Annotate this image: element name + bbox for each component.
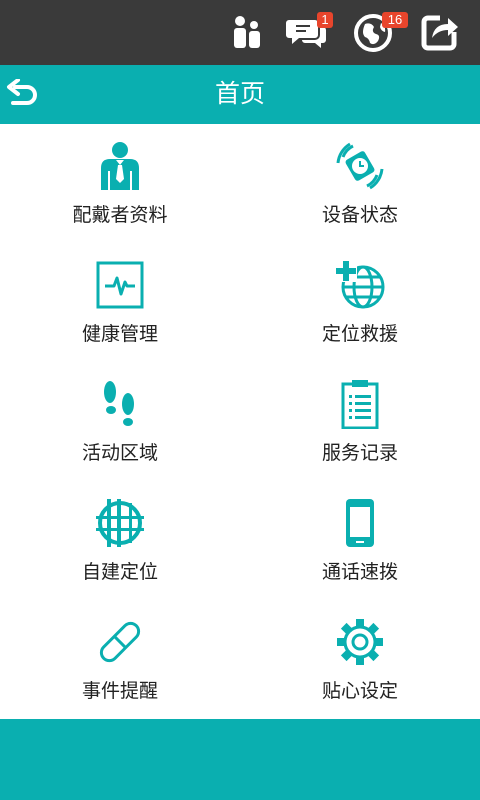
pill-icon [99, 621, 141, 663]
rescue-globe-icon [335, 260, 385, 309]
menu-item-settings[interactable]: 贴心设定 [240, 600, 480, 719]
menu-grid: 配戴者资料 设备状态 健康管理 定位救援 活动区域 服务记录 自建定位 通话速拨… [0, 124, 480, 719]
menu-item-label: 设备状态 [321, 204, 398, 226]
top-action-bar: 1 16 [0, 0, 480, 65]
menu-item-label: 配戴者资料 [72, 204, 168, 226]
menu-item-health[interactable]: 健康管理 [0, 243, 240, 362]
health-monitor-icon [96, 261, 144, 309]
menu-item-wearer-profile[interactable]: 配戴者资料 [0, 124, 240, 243]
footprints-icon [104, 381, 134, 426]
menu-item-label: 贴心设定 [321, 680, 398, 702]
page-title: 首页 [214, 79, 265, 108]
menu-item-rescue[interactable]: 定位救援 [240, 243, 480, 362]
bottom-bar [0, 719, 480, 800]
chat-badge: 1 [317, 12, 333, 28]
phone-icon [346, 499, 374, 547]
menu-item-event-reminder[interactable]: 事件提醒 [0, 600, 240, 719]
menu-item-speed-dial[interactable]: 通话速拨 [240, 481, 480, 600]
share-exit-icon[interactable] [418, 10, 462, 54]
title-bar: 首页 [0, 65, 480, 124]
menu-item-device-status[interactable]: 设备状态 [240, 124, 480, 243]
menu-item-label: 通话速拨 [321, 561, 398, 583]
device-status-icon [336, 142, 384, 190]
menu-item-custom-location[interactable]: 自建定位 [0, 481, 240, 600]
wearer-profile-icon [101, 142, 139, 190]
menu-item-label: 事件提醒 [81, 680, 158, 702]
gear-icon [337, 619, 383, 665]
globe-badge: 16 [382, 12, 408, 28]
family-icon[interactable] [225, 10, 269, 54]
menu-item-label: 自建定位 [81, 561, 158, 583]
custom-location-icon [96, 499, 144, 547]
clipboard-icon [341, 380, 379, 429]
menu-item-activity-area[interactable]: 活动区域 [0, 362, 240, 481]
menu-item-label: 服务记录 [321, 442, 398, 464]
menu-item-label: 定位救援 [321, 323, 398, 345]
menu-item-service-records[interactable]: 服务记录 [240, 362, 480, 481]
menu-item-label: 健康管理 [81, 323, 158, 345]
menu-item-label: 活动区域 [81, 442, 158, 464]
